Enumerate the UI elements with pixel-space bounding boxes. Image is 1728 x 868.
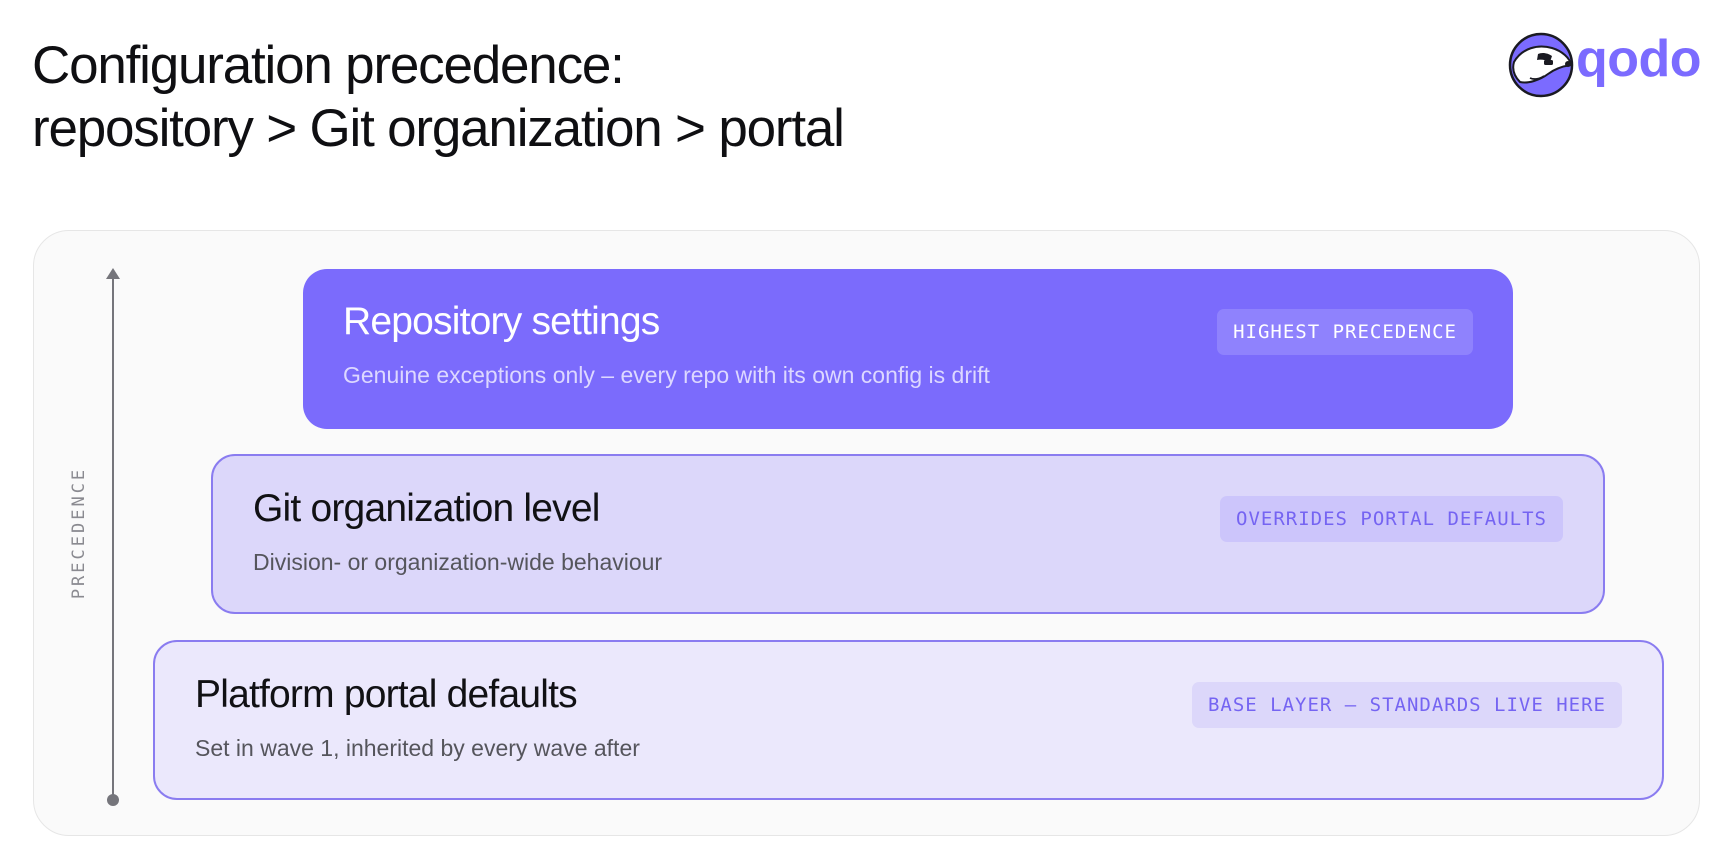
layer-title: Git organization level: [253, 487, 600, 530]
layer-badge: BASE LAYER – STANDARDS LIVE HERE: [1191, 682, 1622, 728]
precedence-axis-label: PRECEDENCE: [69, 466, 89, 600]
layer-platform-portal-defaults: Platform portal defaults Set in wave 1, …: [153, 640, 1664, 800]
layer-title: Platform portal defaults: [195, 673, 578, 716]
layer-title: Repository settings: [343, 300, 660, 343]
layer-badge: OVERRIDES PORTAL DEFAULTS: [1220, 496, 1563, 542]
layer-repository-settings: Repository settings Genuine exceptions o…: [303, 269, 1513, 429]
page-title-line-1: Configuration precedence:: [32, 36, 625, 95]
precedence-axis-line: [112, 278, 114, 798]
layer-description: Set in wave 1, inherited by every wave a…: [195, 735, 640, 761]
layer-description: Division- or organization-wide behaviour: [253, 549, 663, 575]
badger-mascot-icon: [1508, 32, 1574, 98]
layer-git-organization: Git organization level Division- or orga…: [211, 454, 1605, 614]
qodo-logo: qodo: [1508, 30, 1702, 99]
layer-badge: HIGHEST PRECEDENCE: [1217, 309, 1473, 355]
page-title: Configuration precedence: repository > G…: [32, 34, 845, 160]
layer-description: Genuine exceptions only – every repo wit…: [343, 362, 990, 388]
page-title-line-2: repository > Git organization > portal: [32, 99, 845, 158]
logo-wordmark: qodo: [1576, 30, 1702, 88]
precedence-axis-origin-dot: [107, 794, 119, 806]
